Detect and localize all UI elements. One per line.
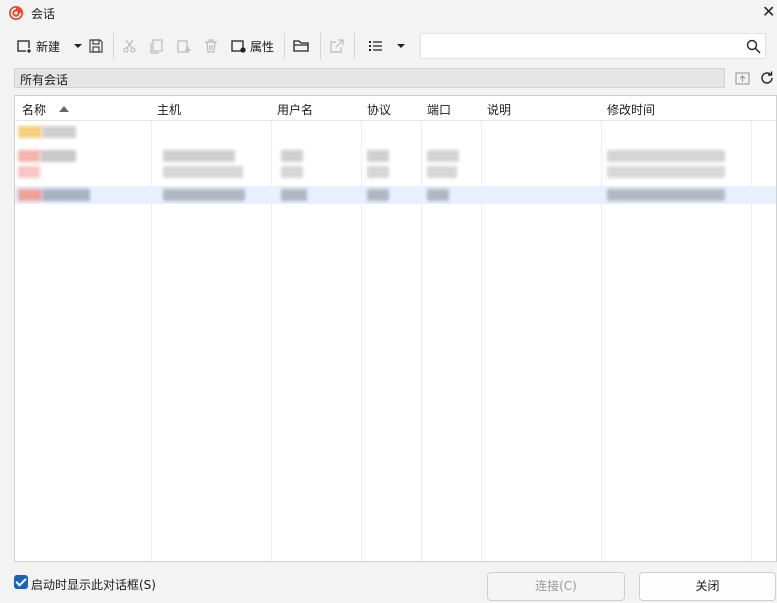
- close-button[interactable]: 关闭: [639, 572, 776, 601]
- table-row[interactable]: [15, 166, 776, 182]
- show-on-startup-checkbox[interactable]: [14, 575, 28, 589]
- new-session-icon: [17, 40, 32, 54]
- column-header-protocol[interactable]: 协议: [367, 101, 391, 118]
- refresh-icon[interactable]: [759, 70, 775, 86]
- column-header-username[interactable]: 用户名: [277, 101, 313, 118]
- search-input[interactable]: [425, 37, 745, 57]
- connect-button[interactable]: 连接(C): [487, 572, 625, 601]
- view-mode-dropdown[interactable]: [396, 34, 406, 58]
- toolbar-divider: [354, 33, 355, 59]
- title-bar: 会话 ✕: [0, 0, 777, 26]
- new-dropdown-button[interactable]: [73, 34, 83, 58]
- folder-path-bar: 所有会话: [14, 68, 725, 88]
- table-row[interactable]: [15, 150, 776, 166]
- export-button[interactable]: [329, 34, 345, 58]
- copy-button[interactable]: [149, 34, 165, 58]
- trash-icon: [205, 39, 217, 53]
- sort-ascending-icon: [59, 106, 69, 112]
- toolbar-divider: [284, 33, 285, 59]
- new-session-label: 新建: [36, 39, 61, 54]
- save-icon: [89, 39, 103, 53]
- column-header-modified[interactable]: 修改时间: [607, 101, 655, 118]
- chevron-down-icon: [74, 44, 82, 48]
- properties-icon: [231, 40, 246, 53]
- search-box[interactable]: [420, 33, 766, 59]
- properties-label: 属性: [250, 39, 275, 54]
- export-icon: [330, 39, 344, 53]
- column-header-description[interactable]: 说明: [487, 101, 511, 118]
- close-icon[interactable]: ✕: [762, 3, 775, 21]
- paste-button[interactable]: [176, 34, 192, 58]
- list-view-icon: [369, 41, 382, 51]
- new-session-button[interactable]: 新建: [16, 34, 60, 58]
- view-mode-button[interactable]: [368, 34, 384, 58]
- copy-icon: [150, 39, 163, 54]
- app-swirl-icon: [9, 6, 23, 20]
- toolbar-divider: [320, 33, 321, 59]
- table-row-selected[interactable]: [15, 186, 776, 204]
- up-folder-icon[interactable]: [735, 71, 751, 86]
- delete-button[interactable]: [203, 34, 219, 58]
- window-title: 会话: [31, 7, 56, 21]
- save-button[interactable]: [88, 34, 104, 58]
- properties-button[interactable]: 属性: [230, 34, 274, 58]
- toolbar: 新建 属性: [0, 30, 777, 62]
- open-folder-button[interactable]: [293, 34, 310, 58]
- toolbar-divider: [113, 33, 114, 59]
- folder-icon: [293, 40, 309, 52]
- sessions-table[interactable]: 名称 主机 用户名 协议 端口 说明 修改时间: [14, 95, 777, 562]
- table-row[interactable]: [15, 126, 776, 142]
- column-header-host[interactable]: 主机: [157, 101, 181, 118]
- cut-icon: [123, 39, 136, 53]
- chevron-down-icon: [397, 44, 405, 48]
- cut-button[interactable]: [122, 34, 138, 58]
- paste-icon: [177, 40, 191, 53]
- search-icon[interactable]: [746, 39, 761, 54]
- column-header-port[interactable]: 端口: [427, 101, 451, 118]
- folder-path-label: 所有会话: [20, 73, 69, 87]
- show-on-startup-label[interactable]: 启动时显示此对话框(S): [31, 576, 156, 593]
- table-header: 名称 主机 用户名 协议 端口 说明 修改时间: [15, 96, 776, 121]
- column-header-name[interactable]: 名称: [22, 101, 46, 118]
